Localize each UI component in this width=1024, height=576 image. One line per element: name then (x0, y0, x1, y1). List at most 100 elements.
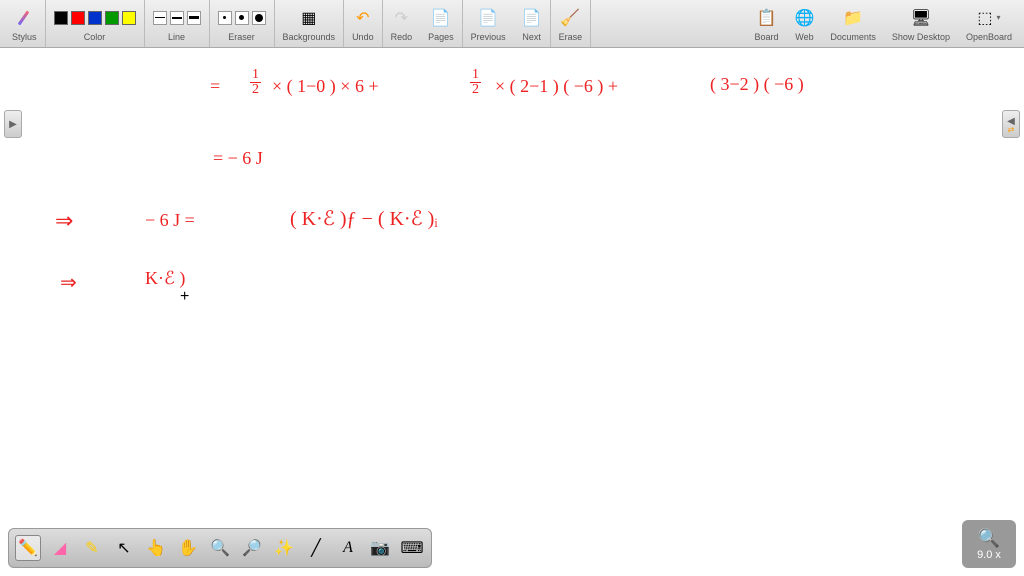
hand-point-icon: 👆 (146, 538, 166, 558)
backgrounds-label: Backgrounds (283, 32, 336, 42)
stylus-icon (14, 8, 34, 28)
backgrounds-group[interactable]: ▦ Backgrounds (275, 0, 345, 47)
pointer-tool[interactable]: ↖ (111, 535, 137, 561)
folder-icon: 📁 (843, 8, 863, 28)
erase-label: Erase (559, 32, 583, 42)
hw-line3-lhs: − 6 J = (145, 210, 195, 231)
hw-frac1: 12 (250, 68, 261, 97)
left-panel-tab[interactable]: ▶ (4, 110, 22, 138)
zoom-indicator[interactable]: 🔍 9.0 x (962, 520, 1016, 568)
line-group[interactable]: Line (145, 0, 210, 47)
board-group[interactable]: 📋 Board (746, 0, 786, 47)
board-icon: 📋 (756, 8, 776, 28)
magnifier-icon: 🔍 (978, 528, 1000, 549)
highlighter-tool[interactable]: ✎ (79, 535, 105, 561)
hw-frac2: 12 (470, 68, 481, 97)
pages-label: Pages (428, 32, 454, 42)
eraser-tool-icon: ◢ (54, 538, 66, 558)
eraser-medium[interactable] (235, 11, 249, 25)
eraser-group[interactable]: Eraser (210, 0, 275, 47)
documents-label: Documents (830, 32, 876, 42)
undo-icon: ↶ (356, 8, 369, 28)
keyboard-tool[interactable]: ⌨ (399, 535, 425, 561)
board-label: Board (754, 32, 778, 42)
pointer-icon: ↖ (117, 538, 130, 558)
color-green[interactable] (105, 11, 119, 25)
bottom-toolbar: ✏️ ◢ ✎ ↖ 👆 ✋ 🔍 🔎 ✨ ╱ A 📷 ⌨ (8, 528, 432, 568)
line-thin[interactable] (153, 11, 167, 25)
undo-group[interactable]: ↶ Undo (344, 0, 383, 47)
app-icon: ⬚ (977, 8, 992, 28)
hw-line1-p2: × ( 2−1 ) ( −6 ) + (495, 76, 618, 97)
showdesktop-group[interactable]: 🖥 Show Desktop (884, 0, 958, 47)
color-yellow[interactable] (122, 11, 136, 25)
zoom-level: 9.0 x (977, 549, 1001, 561)
right-panel-tab[interactable]: ◀ ⇄ (1002, 110, 1020, 138)
capture-icon: 📷 (370, 538, 390, 558)
stylus-label: Stylus (12, 32, 37, 42)
eraser-label: Eraser (228, 32, 255, 42)
hw-line1-eq: = (210, 76, 220, 97)
zoom-in-icon: 🔍 (210, 538, 230, 558)
capture-tool[interactable]: 📷 (367, 535, 393, 561)
color-red[interactable] (71, 11, 85, 25)
redo-group[interactable]: ↷ Redo (383, 0, 421, 47)
eraser-tool[interactable]: ◢ (47, 535, 73, 561)
interact-tool[interactable]: 👆 (143, 535, 169, 561)
chevron-down-icon: ▾ (997, 13, 1001, 22)
undo-label: Undo (352, 32, 374, 42)
color-label: Color (84, 32, 106, 42)
hw-line3-rhs: ( K·ℰ )ƒ − ( K·ℰ )ᵢ (290, 206, 438, 231)
hand-tool[interactable]: ✋ (175, 535, 201, 561)
top-toolbar: Stylus Color Line Eraser ▦ Backgrounds (0, 0, 1024, 48)
erase-group[interactable]: 🧹 Erase (551, 0, 592, 47)
next-label: Next (522, 32, 541, 42)
documents-group[interactable]: 📁 Documents (822, 0, 884, 47)
web-group[interactable]: 🌐 Web (786, 0, 822, 47)
stylus-group[interactable]: Stylus (4, 0, 46, 47)
text-icon: A (343, 539, 353, 557)
color-blue[interactable] (88, 11, 102, 25)
next-page-icon: 📄 (522, 8, 542, 28)
hw-line3-arrow: ⇒ (55, 208, 73, 234)
erase-icon: 🧹 (560, 8, 580, 28)
showdesktop-label: Show Desktop (892, 32, 950, 42)
pen-tool[interactable]: ✏️ (15, 535, 41, 561)
pages-group[interactable]: 📄 Pages (420, 0, 463, 47)
line-tool[interactable]: ╱ (303, 535, 329, 561)
openboard-group[interactable]: ⬚ ▾ OpenBoard (958, 0, 1020, 47)
line-medium[interactable] (170, 11, 184, 25)
web-label: Web (795, 32, 813, 42)
hw-line1-p3: ( 3−2 ) ( −6 ) (710, 74, 804, 95)
hw-line2: = − 6 J (213, 148, 263, 169)
hw-line4-arrow: ⇒ (60, 270, 77, 295)
eraser-small[interactable] (218, 11, 232, 25)
laser-icon: ✨ (274, 538, 294, 558)
grid-icon: ▦ (301, 8, 316, 28)
hw-line1-p1: × ( 1−0 ) × 6 + (272, 76, 379, 97)
color-group[interactable]: Color (46, 0, 145, 47)
previous-group[interactable]: 📄 Previous (463, 0, 514, 47)
line-label: Line (168, 32, 185, 42)
next-group[interactable]: 📄 Next (514, 0, 551, 47)
eraser-large[interactable] (252, 11, 266, 25)
whiteboard-canvas[interactable]: ▶ ◀ ⇄ = 12 × ( 1−0 ) × 6 + 12 × ( 2−1 ) … (0, 48, 1024, 576)
line-icon: ╱ (311, 538, 321, 558)
hw-line4: K·ℰ ) (145, 268, 185, 289)
line-thick[interactable] (187, 11, 201, 25)
text-tool[interactable]: A (335, 535, 361, 561)
hand-icon: ✋ (178, 538, 198, 558)
add-page-icon: 📄 (431, 8, 451, 28)
openboard-label: OpenBoard (966, 32, 1012, 42)
zoom-out-tool[interactable]: 🔎 (239, 535, 265, 561)
previous-label: Previous (471, 32, 506, 42)
highlighter-icon: ✎ (85, 538, 98, 558)
pen-icon: ✏️ (18, 538, 38, 558)
redo-label: Redo (391, 32, 413, 42)
zoom-out-icon: 🔎 (242, 538, 262, 558)
cursor-crosshair: + (180, 288, 189, 306)
laser-tool[interactable]: ✨ (271, 535, 297, 561)
zoom-in-tool[interactable]: 🔍 (207, 535, 233, 561)
redo-icon: ↷ (395, 8, 408, 28)
color-black[interactable] (54, 11, 68, 25)
